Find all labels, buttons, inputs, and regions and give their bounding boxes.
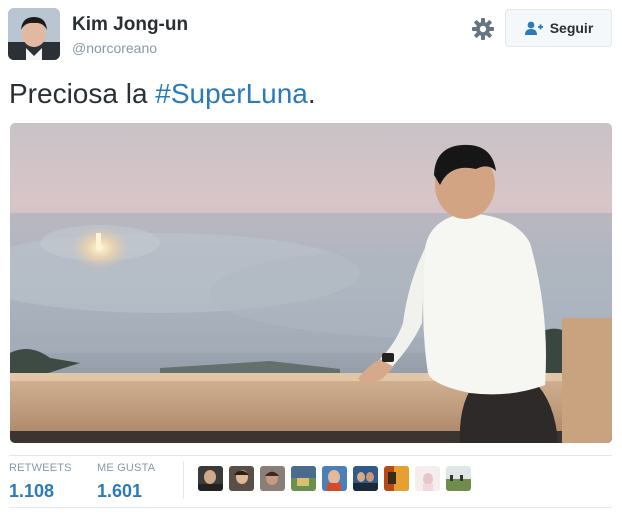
liker-avatar[interactable] — [229, 466, 254, 491]
stats-separator — [183, 461, 184, 499]
liker-avatar[interactable] — [415, 466, 440, 491]
tweet-photo[interactable] — [10, 123, 612, 443]
liker-avatar[interactable] — [353, 466, 378, 491]
tweet-text-end: . — [307, 78, 316, 109]
liker-avatar[interactable] — [446, 466, 471, 491]
author-avatar[interactable] — [8, 8, 60, 60]
author-avatar-image — [8, 8, 60, 60]
follow-button-label: Seguir — [549, 20, 594, 36]
retweets-count[interactable]: 1.108 — [9, 479, 72, 503]
liker-avatar[interactable] — [322, 466, 347, 491]
follow-button[interactable]: Seguir — [505, 9, 612, 47]
hashtag-link[interactable]: #SuperLuna — [155, 78, 308, 109]
likes-count[interactable]: 1.601 — [97, 479, 155, 503]
liker-avatar[interactable] — [384, 466, 409, 491]
tweet-text: Preciosa la #SuperLuna. — [9, 76, 316, 112]
likes-stat[interactable]: ME GUSTA 1.601 — [97, 461, 155, 503]
tweet-header: Kim Jong-un @norcoreano Seguir — [0, 0, 622, 72]
add-user-icon — [524, 21, 543, 35]
author-handle[interactable]: @norcoreano — [72, 38, 188, 58]
likes-label: ME GUSTA — [97, 462, 156, 474]
liker-avatar[interactable] — [291, 466, 316, 491]
tweet-photo-image — [10, 123, 612, 443]
likers-avatars — [198, 466, 471, 494]
retweets-stat[interactable]: RETWEETS 1.108 — [9, 461, 72, 503]
author-display-name[interactable]: Kim Jong-un — [72, 14, 188, 36]
gear-icon[interactable] — [470, 16, 496, 42]
stats-bottom-divider — [9, 507, 612, 508]
retweets-label: RETWEETS — [9, 462, 72, 474]
author-names: Kim Jong-un @norcoreano — [72, 14, 188, 58]
liker-avatar[interactable] — [198, 466, 223, 491]
liker-avatar[interactable] — [260, 466, 285, 491]
tweet-text-start: Preciosa la — [9, 78, 156, 109]
